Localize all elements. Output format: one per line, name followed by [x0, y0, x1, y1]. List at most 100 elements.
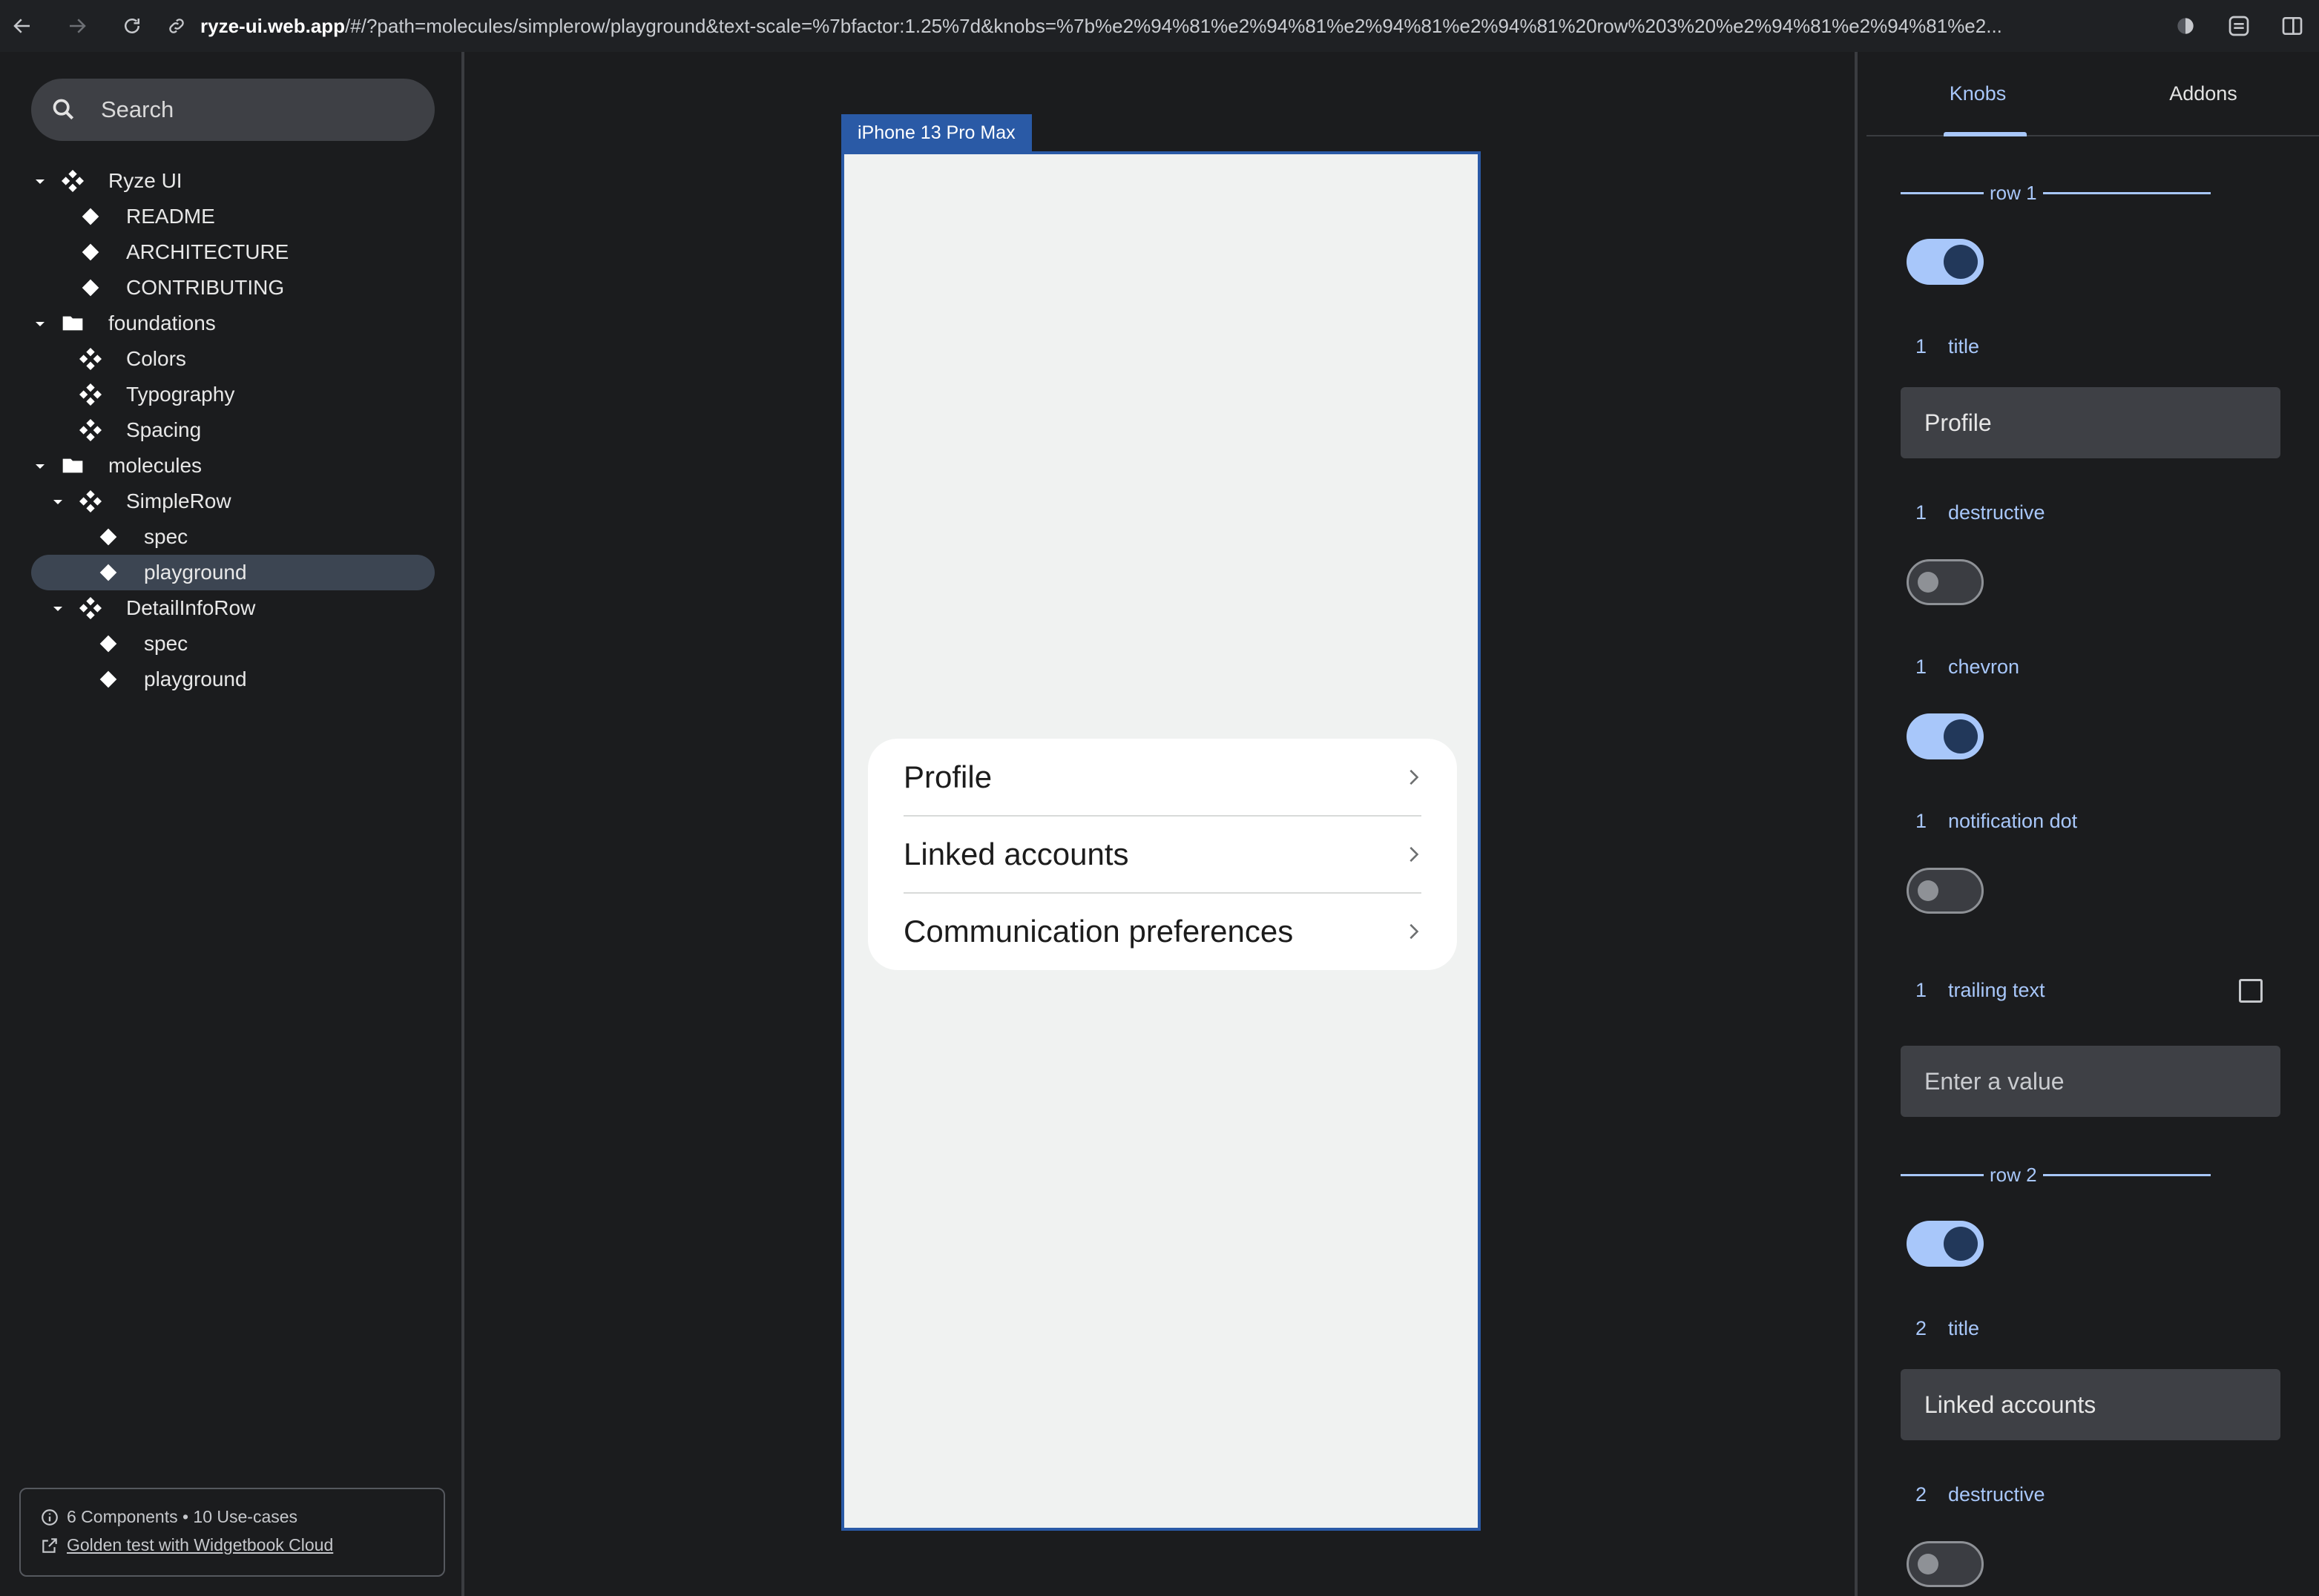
tree-item-molecules[interactable]: molecules — [31, 448, 435, 484]
list-row-profile[interactable]: Profile — [904, 739, 1421, 816]
extension-button[interactable] — [2159, 0, 2212, 52]
row-title: Linked accounts — [904, 837, 1129, 871]
row1-trailing-text-label: 1 trailing text — [1915, 979, 2045, 1002]
diamond-icon — [79, 276, 102, 300]
reload-button[interactable] — [110, 0, 154, 52]
stats-row: 6 Components • 10 Use-cases — [40, 1507, 297, 1527]
site-info-icon[interactable] — [162, 0, 191, 52]
tree-item-label: DetailInfoRow — [126, 596, 256, 619]
tree-item-typography[interactable]: Typography — [31, 377, 435, 412]
tree-item-detailinforow[interactable]: DetailInfoRow — [31, 590, 435, 626]
chevron-down-icon[interactable] — [31, 457, 49, 475]
tab-label: Addons — [2169, 82, 2237, 105]
diamond-icon — [79, 205, 102, 228]
tab-addons[interactable]: Addons — [2092, 52, 2315, 135]
tree-item-spec[interactable]: spec — [31, 626, 435, 662]
golden-test-link[interactable]: Golden test with Widgetbook Cloud — [67, 1535, 333, 1555]
toggle-knob — [1944, 719, 1978, 754]
component-icon — [79, 418, 102, 442]
row1-title-input[interactable] — [1901, 387, 2280, 458]
component-icon — [79, 347, 102, 371]
chevron-down-icon[interactable] — [31, 314, 49, 332]
tree-item-label: Colors — [126, 347, 186, 370]
tree-item-label: spec — [144, 525, 188, 548]
knob-index: 1 — [1915, 501, 1927, 524]
knob-index: 1 — [1915, 656, 1927, 678]
tree-item-simplerow[interactable]: SimpleRow — [31, 484, 435, 519]
knob-name: title — [1948, 335, 1980, 357]
row2-title-input[interactable] — [1901, 1369, 2280, 1440]
diamond-icon — [96, 525, 120, 549]
knob-index: 2 — [1915, 1483, 1927, 1506]
chevron-right-icon — [1410, 769, 1419, 785]
tree-item-colors[interactable]: Colors — [31, 341, 435, 377]
forward-button[interactable] — [55, 0, 99, 52]
row1-destructive-toggle[interactable] — [1907, 559, 1984, 605]
info-icon — [42, 1508, 58, 1526]
row1-enabled-toggle[interactable] — [1907, 239, 1984, 285]
row2-destructive-label: 2 destructive — [1915, 1483, 2045, 1506]
row-title: Profile — [904, 759, 993, 794]
chevron-down-icon[interactable] — [49, 492, 67, 510]
cloud-link-row[interactable]: Golden test with Widgetbook Cloud — [40, 1535, 333, 1555]
row1-notification-dot-toggle[interactable] — [1907, 868, 1984, 914]
component-icon — [79, 596, 102, 620]
header-line — [1901, 1173, 1984, 1176]
row2-enabled-toggle[interactable] — [1907, 1221, 1984, 1267]
half-circle-icon — [2177, 18, 2194, 34]
list-row-communication-preferences[interactable]: Communication preferences — [904, 893, 1421, 970]
tree-item-ryze-ui[interactable]: Ryze UI — [31, 163, 435, 199]
tree-item-label: playground — [144, 667, 247, 690]
knob-name: chevron — [1948, 656, 2020, 678]
tree-item-label: foundations — [108, 311, 216, 334]
back-button[interactable] — [0, 0, 45, 52]
search-box[interactable] — [31, 79, 435, 141]
toggle-knob — [1918, 572, 1938, 593]
knob-index: 2 — [1915, 1317, 1927, 1339]
chevron-down-icon[interactable] — [49, 599, 67, 617]
toggle-knob — [1918, 1554, 1938, 1574]
tree-item-spec[interactable]: spec — [31, 519, 435, 555]
row1-destructive-label: 1 destructive — [1915, 501, 2045, 524]
tree-item-contributing[interactable]: CONTRIBUTING — [31, 270, 435, 306]
row1-trailing-text-input[interactable] — [1901, 1046, 2280, 1117]
knob-name: notification dot — [1948, 810, 2078, 832]
trailing-text-checkbox[interactable] — [2239, 979, 2263, 1003]
knobs-panel: Knobs Addons row 1 1 title 1 destructive… — [1855, 52, 2319, 1596]
sidebar-toggle-button[interactable] — [2266, 0, 2319, 52]
external-link-icon — [42, 1537, 57, 1553]
row1-title-label: 1 title — [1915, 335, 1979, 358]
row2-destructive-toggle[interactable] — [1907, 1541, 1984, 1587]
knob-name: trailing text — [1948, 979, 2045, 1001]
row2-title-label: 2 title — [1915, 1317, 1979, 1340]
row-title: Communication preferences — [904, 914, 1294, 949]
tree-item-readme[interactable]: README — [31, 199, 435, 234]
tree-item-playground[interactable]: playground — [31, 662, 435, 697]
knob-name: destructive — [1948, 1483, 2045, 1506]
tree-item-label: Spacing — [126, 418, 202, 441]
component-icon — [61, 169, 85, 193]
knob-index: 1 — [1915, 810, 1927, 832]
arrow-right-icon — [70, 19, 86, 33]
tree-item-architecture[interactable]: ARCHITECTURE — [31, 234, 435, 270]
tree-item-label: SimpleRow — [126, 489, 231, 512]
tree-item-label: Typography — [126, 383, 235, 406]
component-icon — [79, 489, 102, 513]
tree-item-spacing[interactable]: Spacing — [31, 412, 435, 448]
diamond-icon — [79, 240, 102, 264]
split-view-icon — [2282, 17, 2303, 35]
address-bar[interactable]: ryze-ui.web.app/#/?path=molecules/simple… — [200, 15, 2114, 38]
tree-item-foundations[interactable]: foundations — [31, 306, 435, 341]
diamond-icon — [96, 632, 120, 656]
list-row-linked-accounts[interactable]: Linked accounts — [904, 816, 1421, 893]
row1-chevron-toggle[interactable] — [1907, 713, 1984, 759]
tab-knobs[interactable]: Knobs — [1866, 52, 2089, 136]
url-path: /#/?path=molecules/simplerow/playground&… — [345, 14, 2002, 37]
tree-item-label: playground — [144, 561, 247, 584]
header-line — [2042, 1173, 2211, 1176]
chevron-down-icon[interactable] — [31, 172, 49, 190]
search-input[interactable] — [99, 96, 414, 124]
tree-item-playground[interactable]: playground — [31, 555, 435, 590]
customize-button[interactable] — [2212, 0, 2266, 52]
panel-tabs: Knobs Addons — [1866, 52, 2319, 136]
